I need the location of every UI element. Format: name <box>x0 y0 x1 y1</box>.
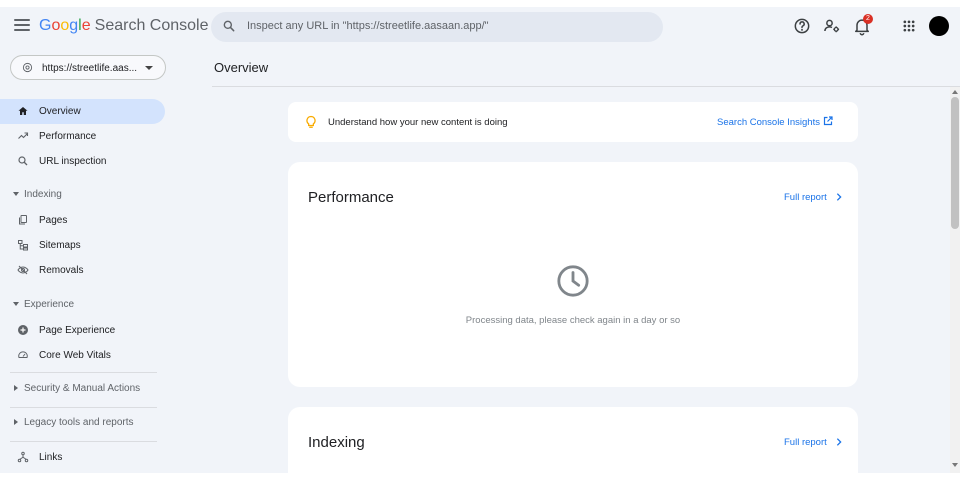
sidebar-item-label: Links <box>39 452 63 463</box>
sidebar-item-url-inspection[interactable]: URL inspection <box>0 149 165 174</box>
speedometer-icon <box>18 351 28 358</box>
property-selector[interactable]: https://streetlife.aas... <box>10 55 166 80</box>
section-legacy-tools[interactable]: Legacy tools and reports <box>0 413 165 433</box>
search-icon <box>18 156 28 166</box>
logo-letter-g: G <box>39 17 52 34</box>
sitemap-icon <box>18 240 28 251</box>
lightbulb-icon <box>306 115 316 128</box>
page-title: Overview <box>214 60 269 75</box>
performance-card: Performance Full report Processing data,… <box>288 162 858 387</box>
sidebar-item-performance[interactable]: Performance <box>0 124 165 149</box>
clock-icon <box>557 265 589 297</box>
sidebar-item-label: Page Experience <box>39 325 116 336</box>
caret-down-icon <box>13 192 19 196</box>
chevron-right-icon[interactable] <box>834 192 844 202</box>
section-label: Experience <box>24 299 75 310</box>
sidebar-item-label: Overview <box>39 106 81 117</box>
header: Google Search Console Inspect any URL in … <box>0 7 960 49</box>
search-console-insights-link[interactable]: Search Console Insights <box>717 117 820 128</box>
section-experience[interactable]: Experience <box>0 295 165 315</box>
apps-grid-icon[interactable] <box>899 16 919 36</box>
search-placeholder: Inspect any URL in "https://streetlife.a… <box>247 20 489 32</box>
search-icon <box>223 20 235 32</box>
section-label: Indexing <box>24 189 62 200</box>
pages-icon <box>19 215 27 225</box>
section-label: Security & Manual Actions <box>24 383 141 394</box>
sidebar-item-page-experience[interactable]: Page Experience <box>0 318 165 343</box>
full-report-link[interactable]: Full report <box>784 192 827 203</box>
chevron-down-icon <box>145 66 153 70</box>
sidebar-item-label: Removals <box>39 265 84 276</box>
scroll-down-arrow[interactable] <box>952 463 958 467</box>
plus-circle-icon <box>18 325 28 335</box>
sidebar-item-overview[interactable]: Overview <box>0 99 165 124</box>
insights-text: Understand how your new content is doing <box>328 117 508 128</box>
logo-letter-g2: g <box>69 17 79 34</box>
chevron-right-icon[interactable] <box>834 437 844 447</box>
main-scrollbar[interactable] <box>950 87 960 473</box>
sidebar-item-label: Performance <box>39 131 97 142</box>
product-name: Search Console <box>94 17 209 34</box>
property-url: https://streetlife.aas... <box>42 63 138 74</box>
eye-off-icon <box>17 265 29 275</box>
menu-icon[interactable] <box>14 19 30 33</box>
divider <box>10 372 157 373</box>
sidebar-item-pages[interactable]: Pages <box>0 208 165 233</box>
caret-right-icon <box>14 419 18 425</box>
sidebar-item-label: Core Web Vitals <box>39 350 111 361</box>
avatar[interactable] <box>929 16 949 36</box>
logo-letter-e: e <box>81 17 91 34</box>
sidebar-item-label: Sitemaps <box>39 240 81 251</box>
sidebar: https://streetlife.aas... Overview Perfo… <box>0 49 175 473</box>
divider <box>10 407 157 408</box>
processing-message: Processing data, please check again in a… <box>465 315 681 326</box>
section-security-manual-actions[interactable]: Security & Manual Actions <box>0 379 165 399</box>
help-icon[interactable] <box>792 16 812 36</box>
trending-icon <box>18 132 29 139</box>
logo[interactable]: Google Search Console <box>39 17 208 35</box>
notifications-icon[interactable]: 2 <box>852 14 873 36</box>
logo-letter-o2: o <box>60 17 70 34</box>
sidebar-item-removals[interactable]: Removals <box>0 258 165 283</box>
sidebar-item-sitemaps[interactable]: Sitemaps <box>0 233 165 258</box>
links-icon <box>17 451 29 463</box>
url-inspect-search[interactable]: Inspect any URL in "https://streetlife.a… <box>211 12 663 42</box>
sidebar-item-label: Pages <box>39 215 68 226</box>
caret-down-icon <box>13 302 19 306</box>
app-window: Google Search Console Inspect any URL in … <box>0 7 960 473</box>
home-icon <box>18 107 28 115</box>
card-title: Performance <box>308 189 394 206</box>
scroll-up-arrow[interactable] <box>952 90 958 94</box>
full-report-link[interactable]: Full report <box>784 437 827 448</box>
section-label: Legacy tools and reports <box>24 417 134 428</box>
scroll-thumb[interactable] <box>951 97 959 229</box>
notification-badge: 2 <box>863 14 873 24</box>
section-indexing[interactable]: Indexing <box>0 185 165 205</box>
card-title: Indexing <box>308 434 365 451</box>
external-link-icon[interactable] <box>822 115 834 127</box>
indexing-card: Indexing Full report <box>288 407 858 473</box>
sidebar-item-links[interactable]: Links <box>0 445 165 470</box>
sidebar-item-label: URL inspection <box>39 156 107 167</box>
divider <box>212 86 960 87</box>
caret-right-icon <box>14 385 18 391</box>
manage-users-icon[interactable] <box>822 16 842 36</box>
globe-icon <box>22 62 33 73</box>
sidebar-item-core-web-vitals[interactable]: Core Web Vitals <box>0 343 165 368</box>
divider <box>10 441 157 442</box>
insights-banner: Understand how your new content is doing… <box>288 102 858 142</box>
